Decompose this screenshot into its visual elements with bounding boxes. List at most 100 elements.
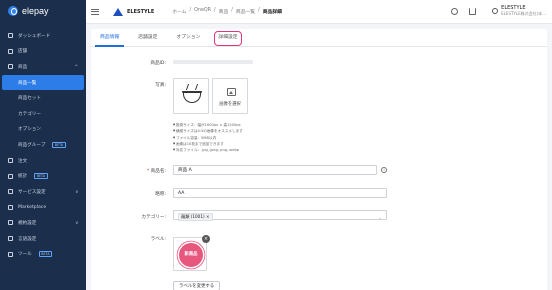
sidebar-item[interactable]: Marketplace [0, 200, 86, 216]
sidebar-item-label: 統計 [18, 174, 28, 180]
language-icon [8, 236, 13, 242]
name-label-wrap: * 商品名: [91, 168, 170, 174]
chip-close-icon[interactable]: × [206, 214, 210, 219]
breadcrumb-link[interactable]: 商品 [219, 8, 229, 15]
sidebar-item-label: ダッシュボード [18, 33, 51, 39]
abbr-label: 略称: [155, 192, 166, 197]
logo-text: elepay [22, 6, 49, 16]
photo-hint: 横縦サイズは4:3の画像をオススメします [173, 128, 243, 134]
category-row: カテゴリー: [91, 214, 170, 220]
sidebar-item-label: オプション [18, 127, 41, 133]
steam-icon [185, 84, 199, 90]
category-select[interactable]: 麺類 (1001) × ⌄ [173, 210, 387, 221]
tab[interactable]: 詳細設定 [214, 31, 242, 46]
breadcrumb-separator: / [231, 8, 233, 13]
sidebar-item[interactable]: 統計 BETA [0, 168, 86, 184]
breadcrumb-link[interactable]: ホーム [172, 8, 186, 15]
sidebar-item-label: 店舗 [18, 49, 28, 55]
breadcrumb-separator: / [189, 8, 192, 13]
user-menu[interactable]: ELESTYLE ELESTYLE株式会社(本... [492, 5, 546, 17]
photo-thumbnail[interactable] [173, 78, 209, 114]
sidebar-item-label: Marketplace [18, 204, 47, 210]
dashboard-icon [8, 33, 13, 39]
sidebar-item-label: 商品グループ [18, 142, 46, 148]
breadcrumb: ホーム / OneQR / 商品 / 商品一覧 / 商品詳細 [172, 8, 282, 15]
breadcrumb-link[interactable]: 商品一覧 [236, 8, 255, 15]
tab[interactable]: オプション [171, 29, 205, 46]
tab-bar: 商品情報 店舗設定 オプション 詳細設定 [91, 29, 547, 47]
menu-toggle-icon[interactable] [91, 8, 99, 15]
user-icon [492, 8, 499, 14]
category-chip[interactable]: 麺類 (1001) × [178, 212, 213, 221]
abbr-input[interactable]: AA [173, 188, 387, 198]
marketplace-icon [8, 204, 13, 210]
product-id-value [173, 60, 253, 64]
chevron-down-icon: v [75, 189, 78, 195]
beta-badge: BETA [52, 141, 66, 148]
sidebar-item-label: 商品一覧 [18, 80, 37, 86]
image-icon [227, 88, 236, 96]
sidebar-item[interactable]: ダッシュボード [0, 28, 86, 44]
new-product-stamp: 新商品 [179, 243, 203, 267]
name-input[interactable]: 商品 A [173, 165, 377, 175]
photo-hints: 推奨サイズ：幅が1600px × 高1200px横縦サイズは4:3の画像をオスス… [173, 122, 243, 153]
sidebar-item[interactable]: 規約設定 v [0, 215, 86, 231]
product-detail-card: 商品情報店舗設定オプション詳細設定 商品ID: 写真: 画像を選択 推奨サイズ：… [91, 29, 547, 290]
abbr-row: 略称: [91, 191, 170, 197]
logo[interactable]: elepay [0, 0, 86, 22]
breadcrumb-link[interactable]: OneQR [194, 8, 211, 15]
sidebar-item[interactable]: 商品一覧 [2, 74, 84, 91]
chevron-down-icon: v [75, 220, 78, 226]
sidebar-item-label: 規約設定 [18, 220, 37, 226]
sidebar-item[interactable]: ツール BETA [0, 246, 86, 262]
category-label: カテゴリー: [141, 215, 166, 220]
sidebar-item[interactable]: 商品 ^ [0, 59, 86, 75]
sidebar-item[interactable]: サービス設定 v [0, 184, 86, 200]
change-label-button[interactable]: ラベルを変更する [173, 281, 221, 290]
product-icon [8, 64, 13, 70]
select-image-label: 画像を選択 [219, 102, 241, 107]
user-company: ELESTYLE株式会社(本... [501, 11, 546, 16]
remove-label-icon[interactable]: × [202, 235, 210, 243]
sidebar-item[interactable]: 店舗 [0, 44, 86, 60]
sidebar-nav: ダッシュボード 店舗商品 ^ 商品一覧商品セットカテゴリーオプション商品グループ BET… [0, 28, 86, 262]
breadcrumb-separator: / [258, 8, 260, 13]
sidebar-item[interactable]: 注文 [0, 153, 86, 169]
tab[interactable]: 商品情報 [95, 29, 125, 47]
photo-row: 写真: [91, 82, 170, 88]
select-image-button[interactable]: 画像を選択 [212, 78, 248, 114]
sidebar-item-label: カテゴリー [18, 111, 41, 117]
help-icon[interactable] [451, 8, 458, 15]
breadcrumb-current: 商品詳細 [262, 10, 282, 15]
sidebar-item-label: サービス設定 [18, 189, 46, 195]
sidebar-item[interactable]: 言語設定 [0, 231, 86, 247]
sidebar-item[interactable]: 商品グループ BETA [0, 137, 86, 153]
download-icon[interactable] [469, 8, 476, 15]
sidebar: elepay ダッシュボード 店舗商品 ^ 商品一覧商品セットカテゴリーオプション商品… [0, 0, 86, 290]
category-chip-text: 麺類 (1001) [181, 213, 205, 219]
ramen-bowl-icon [183, 93, 201, 103]
sidebar-item[interactable]: オプション [0, 122, 86, 138]
chevron-up-icon: ^ [74, 64, 78, 70]
sidebar-item[interactable]: 商品セット [0, 90, 86, 106]
brand-logo-icon [113, 7, 123, 16]
order-icon [8, 158, 13, 164]
service-icon [8, 189, 13, 195]
sidebar-item-label: 商品セット [18, 96, 41, 102]
sidebar-item-label: 注文 [18, 158, 28, 164]
topbar: ELESTYLE ホーム / OneQR / 商品 / 商品一覧 / 商品詳細 ELESTYLE… [86, 0, 552, 24]
info-icon[interactable]: ! [381, 167, 387, 173]
sidebar-item[interactable]: カテゴリー [0, 106, 86, 122]
sidebar-item-label: 言語設定 [18, 236, 37, 242]
beta-badge: BETA [34, 173, 48, 180]
photo-label: 写真: [155, 83, 166, 88]
terms-icon [8, 220, 13, 226]
photo-hint: 対応ファイル：.jpg,.jpeg,.png,.webp [173, 147, 243, 153]
id-row: 商品ID: [91, 60, 170, 66]
brand-name: ELESTYLE [127, 8, 155, 15]
beta-badge: BETA [38, 251, 53, 258]
elepay-logo-icon [8, 6, 18, 16]
tab[interactable]: 店舗設定 [133, 29, 162, 46]
sidebar-item-label: ツール [18, 252, 32, 258]
store-icon [8, 48, 13, 54]
